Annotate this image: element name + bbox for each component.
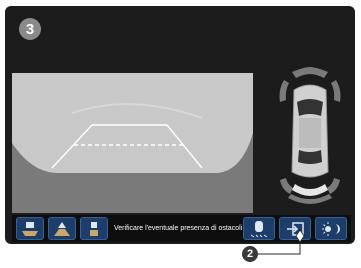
callout-number-badge: 2	[242, 246, 258, 262]
parking-sensor-toggle-button[interactable]	[243, 217, 275, 240]
brightness-button[interactable]	[315, 217, 347, 240]
parking-sensor-toggle-icon	[250, 220, 268, 237]
wide-view-icon	[54, 221, 70, 236]
rear-camera-image	[12, 73, 253, 213]
exit-button[interactable]	[279, 217, 311, 240]
car-top-view-icon	[291, 84, 329, 178]
exit-icon	[287, 221, 304, 236]
parking-camera-screen: 3 Verificare l'eventuale presenza di ost…	[5, 6, 355, 244]
parking-sensor-display	[270, 62, 350, 207]
top-view-icon	[22, 221, 38, 236]
rear-sensor-arcs	[280, 178, 340, 204]
normal-view-icon	[90, 221, 98, 236]
normal-view-button[interactable]	[80, 217, 108, 240]
brightness-icon	[322, 221, 340, 236]
bottom-toolbar: Verificare l'eventuale presenza di ostac…	[12, 215, 351, 242]
wide-view-button[interactable]	[48, 217, 76, 240]
obstacle-warning-message: Verificare l'eventuale presenza di ostac…	[114, 225, 243, 232]
rear-camera-view	[12, 73, 253, 213]
top-view-button[interactable]	[16, 217, 44, 240]
step-number-badge: 3	[19, 18, 41, 40]
